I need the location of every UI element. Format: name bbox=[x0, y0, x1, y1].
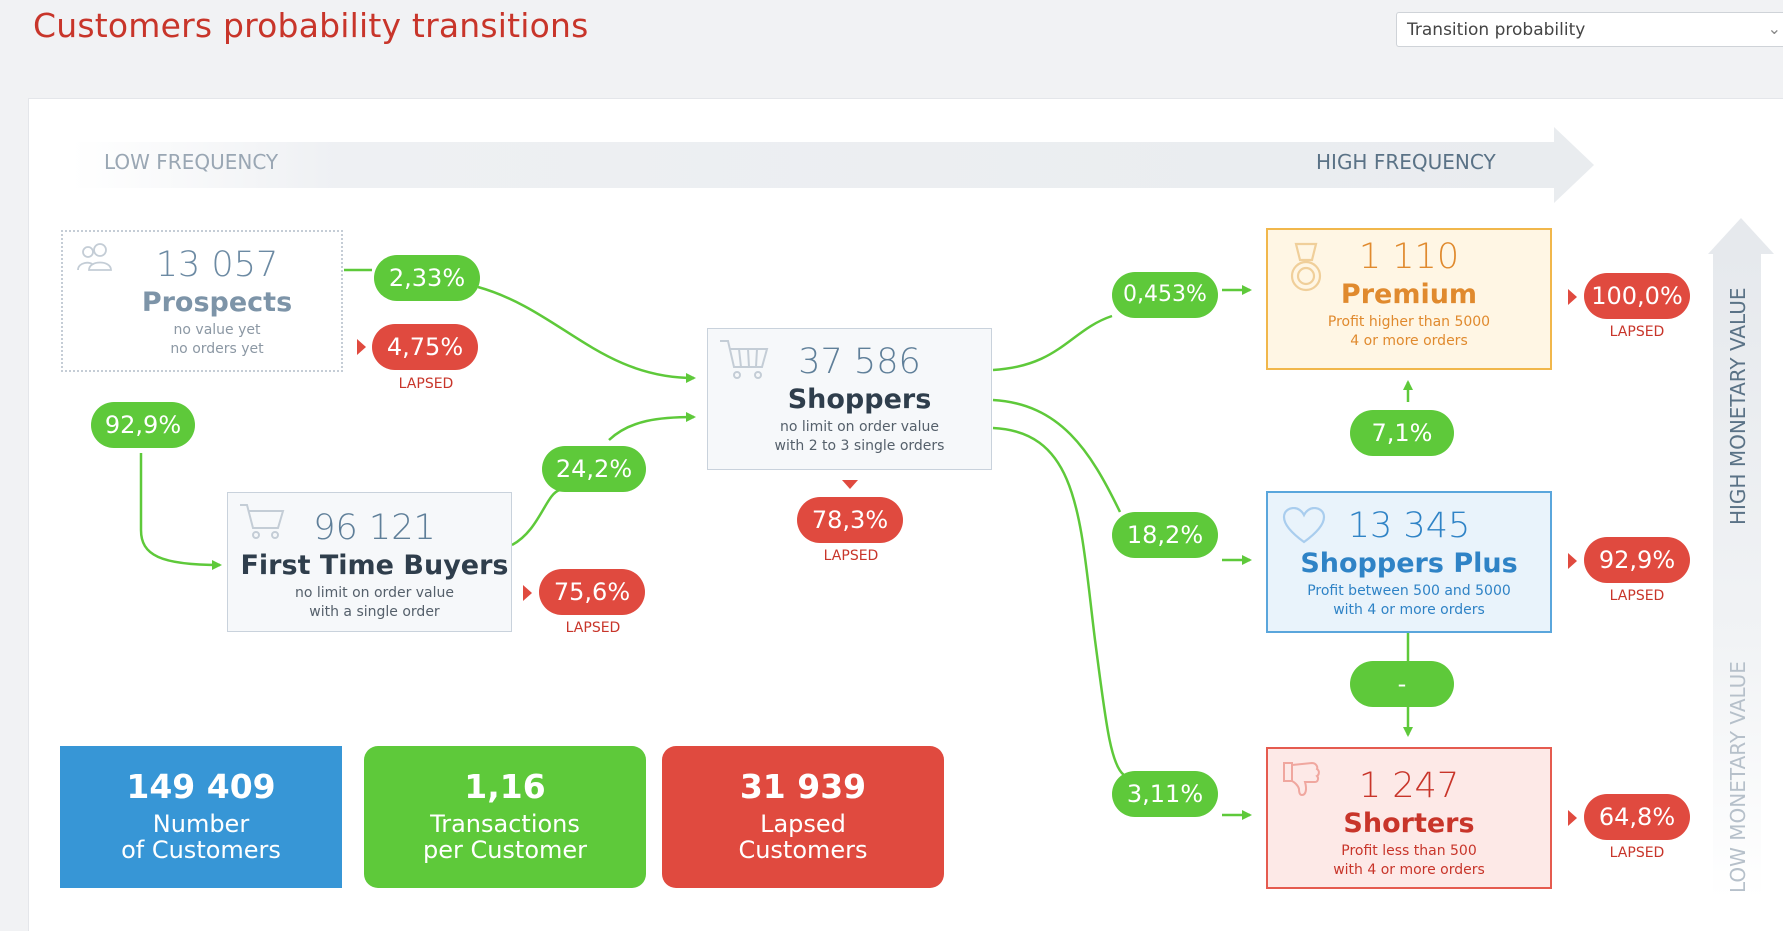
segment-shoppers[interactable]: 37 586 Shoppers no limit on order value … bbox=[707, 328, 992, 470]
lapsed-arrow-icon bbox=[523, 585, 532, 601]
lapsed-premium[interactable]: 100,0% bbox=[1584, 273, 1690, 319]
prospects-desc-2: no orders yet bbox=[170, 341, 264, 357]
lapsed-prospects-label: LAPSED bbox=[398, 376, 454, 392]
kpi-lapsed-value: 31 939 bbox=[739, 767, 867, 806]
cart-icon bbox=[240, 504, 285, 539]
transition-shoppers-to-shorters[interactable]: 3,11% bbox=[1112, 771, 1218, 817]
transition-prospects-to-first-time[interactable]: 92,9% bbox=[91, 402, 195, 448]
cart-icon bbox=[720, 340, 769, 379]
first-time-buyers-desc-1: no limit on order value bbox=[294, 585, 455, 601]
kpi-transactions-per-customer: 1,16 Transactions per Customer bbox=[364, 746, 646, 888]
shorters-desc-2: with 4 or more orders bbox=[1333, 862, 1485, 878]
lapsed-shoppers-label: LAPSED bbox=[823, 548, 879, 564]
users-icon bbox=[77, 243, 112, 271]
shorters-desc-1: Profit less than 500 bbox=[1341, 843, 1477, 859]
lapsed-arrow-icon bbox=[357, 339, 366, 355]
lapsed-arrow-icon bbox=[1568, 553, 1577, 569]
shoppers-plus-name: Shoppers Plus bbox=[1300, 548, 1518, 579]
lapsed-prospects[interactable]: 4,75% bbox=[372, 324, 478, 370]
prospects-count: 13 057 bbox=[155, 245, 279, 285]
lapsed-shoppers-plus[interactable]: 92,9% bbox=[1584, 537, 1690, 583]
shoppers-name: Shoppers bbox=[787, 384, 932, 415]
lapsed-first-time-buyers[interactable]: 75,6% bbox=[539, 569, 645, 615]
kpi-lapsed-customers: 31 939 Lapsed Customers bbox=[662, 746, 944, 888]
shoppers-desc-2: with 2 to 3 single orders bbox=[774, 438, 945, 454]
heart-icon bbox=[1282, 507, 1326, 544]
medal-icon bbox=[1290, 242, 1322, 292]
premium-desc-1: Profit higher than 5000 bbox=[1327, 314, 1491, 330]
kpi-lapsed-label-1: Lapsed bbox=[760, 810, 846, 838]
premium-desc-2: 4 or more orders bbox=[1350, 333, 1468, 349]
shoppers-plus-desc-2: with 4 or more orders bbox=[1333, 602, 1485, 618]
shoppers-plus-desc-1: Profit between 500 and 5000 bbox=[1307, 583, 1511, 599]
segment-shorters[interactable]: 1 247 Shorters Profit less than 500 with… bbox=[1266, 747, 1552, 889]
flow-shoppers-to-premium bbox=[992, 314, 1113, 372]
transition-shoppers-to-premium[interactable]: 0,453% bbox=[1112, 272, 1218, 318]
transition-shoppers-to-shoppers-plus[interactable]: 18,2% bbox=[1112, 512, 1218, 558]
segment-premium[interactable]: 1 110 Premium Profit higher than 5000 4 … bbox=[1266, 228, 1552, 370]
kpi-lapsed-label-2: Customers bbox=[738, 836, 868, 864]
first-time-buyers-name: First Time Buyers bbox=[240, 550, 509, 581]
transition-first-time-to-shoppers[interactable]: 24,2% bbox=[542, 446, 646, 492]
flow-prospects-to-first-time bbox=[139, 453, 222, 570]
shorters-name: Shorters bbox=[1343, 808, 1475, 839]
kpi-customers-value: 149 409 bbox=[126, 767, 276, 806]
kpi-transactions-label-2: per Customer bbox=[422, 836, 588, 864]
kpi-transactions-label-1: Transactions bbox=[430, 810, 580, 838]
kpi-customers-label-2: of Customers bbox=[121, 836, 281, 864]
prospects-name: Prospects bbox=[141, 287, 293, 318]
segment-shoppers-plus[interactable]: 13 345 Shoppers Plus Profit between 500 … bbox=[1266, 491, 1552, 633]
thumbs-down-icon bbox=[1283, 761, 1320, 797]
shoppers-desc-1: no limit on order value bbox=[779, 419, 940, 435]
lapsed-shoppers-plus-label: LAPSED bbox=[1609, 588, 1665, 604]
segment-prospects[interactable]: 13 057 Prospects no value yet no orders … bbox=[61, 230, 343, 372]
transition-prospects-to-shoppers[interactable]: 2,33% bbox=[374, 255, 480, 301]
kpi-transactions-value: 1,16 bbox=[464, 767, 546, 806]
prospects-desc-1: no value yet bbox=[173, 322, 261, 338]
lapsed-arrow-icon bbox=[842, 480, 858, 489]
first-time-buyers-desc-2: with a single order bbox=[309, 604, 440, 620]
lapsed-first-time-buyers-label: LAPSED bbox=[565, 620, 621, 636]
lapsed-shorters-label: LAPSED bbox=[1609, 845, 1665, 861]
lapsed-shorters[interactable]: 64,8% bbox=[1584, 794, 1690, 840]
lapsed-arrow-icon bbox=[1568, 289, 1577, 305]
lapsed-shoppers[interactable]: 78,3% bbox=[797, 497, 903, 543]
transition-shoppers-plus-to-premium[interactable]: 7,1% bbox=[1350, 410, 1454, 456]
kpi-customers-label-1: Number bbox=[152, 810, 250, 838]
lapsed-premium-label: LAPSED bbox=[1609, 324, 1665, 340]
flow-shoppers-to-shoppers-plus bbox=[992, 398, 1122, 513]
transition-shoppers-plus-to-shorters[interactable]: - bbox=[1350, 661, 1454, 707]
lapsed-arrow-icon bbox=[1568, 810, 1577, 826]
kpi-number-of-customers: 149 409 Number of Customers bbox=[60, 746, 342, 888]
segment-first-time-buyers[interactable]: 96 121 First Time Buyers no limit on ord… bbox=[227, 492, 512, 632]
